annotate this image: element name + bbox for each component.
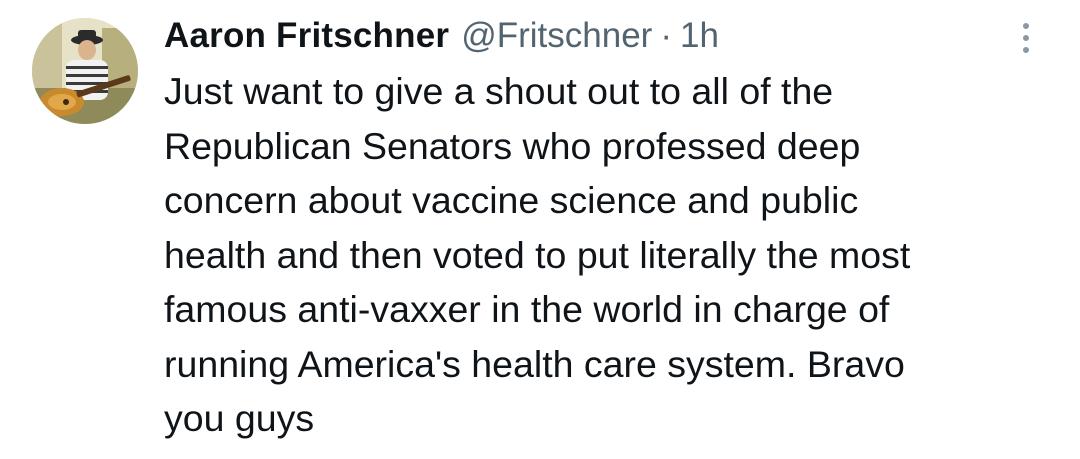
tweet-header: Aaron Fritschner @Fritschner · 1h: [164, 12, 719, 60]
tweet-text-line: running America's health care system. Br…: [164, 342, 905, 385]
tweet-text-line: Republican Senators who professed deep: [164, 124, 861, 167]
more-vertical-icon-dot: [1023, 47, 1029, 53]
tweet-text-line: famous anti-vaxxer in the world in charg…: [164, 288, 890, 330]
user-handle[interactable]: @Fritschner: [461, 16, 652, 56]
tweet-text-line: health and then voted to put literally t…: [164, 233, 911, 276]
timestamp[interactable]: 1h: [680, 16, 719, 56]
tweet-text: Just want to give a shout out to all of …: [164, 64, 1054, 446]
more-options-button[interactable]: [1006, 16, 1046, 60]
more-vertical-icon: [1023, 23, 1029, 29]
more-vertical-icon-dot: [1023, 35, 1029, 41]
tweet-text-line: concern about vaccine science and public: [164, 179, 859, 221]
avatar[interactable]: [32, 18, 138, 124]
profile-photo-icon: [32, 18, 138, 124]
tweet-text-line: Just want to give a shout out to all of …: [164, 70, 834, 112]
tweet-text-line: you guys: [164, 397, 315, 439]
separator: ·: [660, 16, 672, 55]
display-name[interactable]: Aaron Fritschner: [164, 16, 449, 56]
tweet-card[interactable]: Aaron Fritschner @Fritschner · 1h Just w…: [0, 0, 1080, 459]
